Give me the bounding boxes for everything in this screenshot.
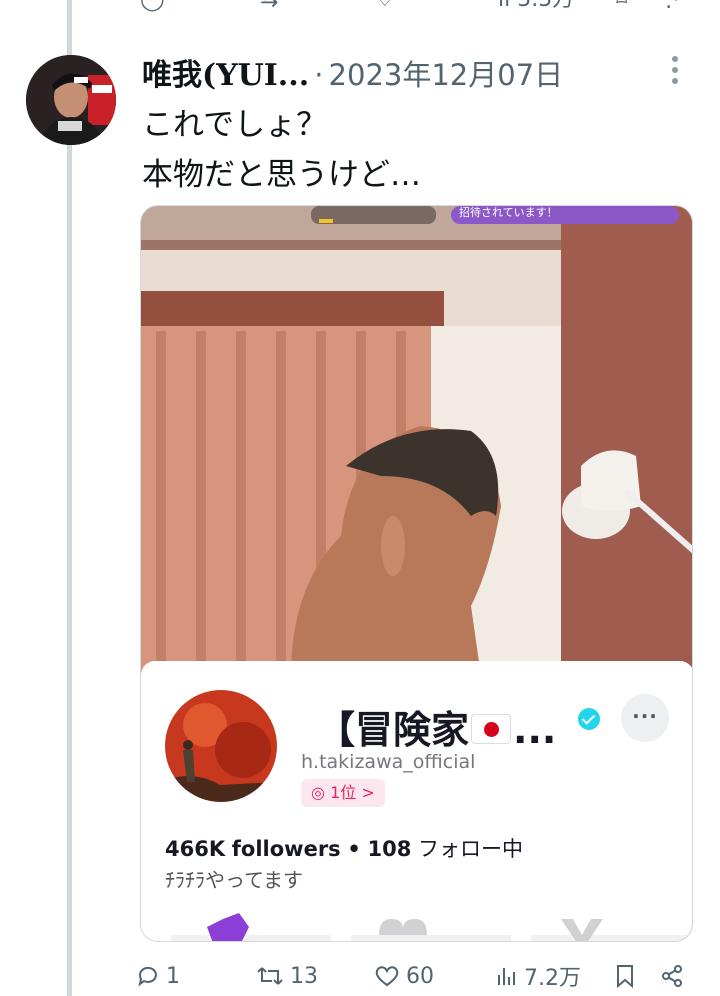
profile-card-display-name: 【冒険家... — [317, 699, 556, 754]
share-icon[interactable]: ⋰ — [665, 0, 687, 12]
retweet-button[interactable]: 13 — [256, 960, 318, 992]
following-label: フォロー中 — [418, 837, 524, 861]
tweet-header: 唯我(YUI... · 2023年12月07日 — [142, 50, 564, 93]
chevron-right-icon: > — [361, 783, 375, 802]
profile-tab-icons — [171, 913, 691, 942]
tweet-text-line: これでしょ？ — [142, 107, 328, 143]
retweet-icon[interactable]: ⇆ — [260, 0, 278, 12]
like-count: 60 — [406, 963, 434, 989]
display-name-text: 【冒険家 — [317, 708, 470, 752]
profile-card-handle: h.takizawa_official — [301, 751, 476, 773]
author-avatar[interactable] — [26, 55, 116, 145]
rank-text: 1位 — [330, 783, 357, 802]
bookmark-icon[interactable]: ⌑ — [616, 0, 627, 12]
display-name-ellipsis: ... — [513, 708, 557, 752]
followers-label: followers — [231, 837, 341, 861]
invite-banner-text: 招待されています！ — [459, 206, 558, 219]
profile-card[interactable]: 【冒険家... ··· h.takizawa_official ◎ 1位 > 4… — [141, 661, 692, 942]
retweet-count: 13 — [290, 963, 318, 989]
heart-icon — [375, 966, 399, 987]
share-button[interactable] — [660, 960, 690, 992]
more-options-icon[interactable] — [668, 56, 682, 90]
tweet-action-bar: 1 13 60 7.2万 — [136, 960, 696, 992]
bookmark-icon — [617, 965, 633, 989]
reply-count: 1 — [166, 963, 180, 989]
tweet-date[interactable]: 2023年12月07日 — [329, 58, 564, 92]
author-name[interactable]: 唯我(YUI... — [142, 58, 309, 93]
japan-flag-icon — [471, 713, 512, 744]
previous-tweet-actions: ◯ ⇆ ♡ ıl 5.5万 ⌑ ⋰ — [140, 0, 700, 12]
rank-medal-icon: ◎ — [311, 783, 325, 802]
thread-connector-line — [67, 0, 72, 996]
following-count: 108 — [367, 837, 412, 861]
bookmark-button[interactable] — [614, 960, 642, 992]
like-button[interactable]: 60 — [374, 960, 434, 992]
gem-icon[interactable] — [207, 913, 249, 942]
views-button[interactable]: 7.2万 — [496, 960, 581, 992]
stats-separator: • — [347, 837, 361, 861]
reply-icon — [138, 966, 157, 987]
reply-icon[interactable]: ◯ — [140, 0, 165, 12]
tweet-media-image[interactable]: 招待されています！ 【冒険家... ··· h.takizawa_officia… — [140, 205, 693, 942]
verified-badge-icon — [578, 708, 600, 730]
share-icon — [662, 965, 682, 987]
profile-card-stats: 466K followers • 108 フォロー中 — [165, 833, 523, 863]
reply-button[interactable]: 1 — [136, 960, 180, 992]
profile-more-button[interactable]: ··· — [621, 694, 669, 742]
views-chart-icon — [498, 968, 515, 985]
profile-card-avatar[interactable] — [165, 690, 277, 802]
rank-badge[interactable]: ◎ 1位 > — [301, 779, 385, 807]
like-icon[interactable]: ♡ — [375, 0, 395, 12]
views-count: 7.2万 — [524, 966, 581, 991]
profile-card-bio: ﾁﾗﾁﾗやってます — [165, 868, 303, 892]
tweet-text: これでしょ？ 本物だと思うけど… — [142, 100, 421, 200]
retweet-icon — [257, 967, 283, 985]
tweet-text-line: 本物だと思うけど… — [142, 157, 421, 193]
heart-icon[interactable] — [379, 919, 427, 935]
header-separator: · — [314, 58, 324, 92]
followers-count: 466K — [165, 837, 226, 861]
views-count: 5.5万 — [517, 0, 574, 12]
views-button[interactable]: ıl 5.5万 — [498, 0, 574, 12]
